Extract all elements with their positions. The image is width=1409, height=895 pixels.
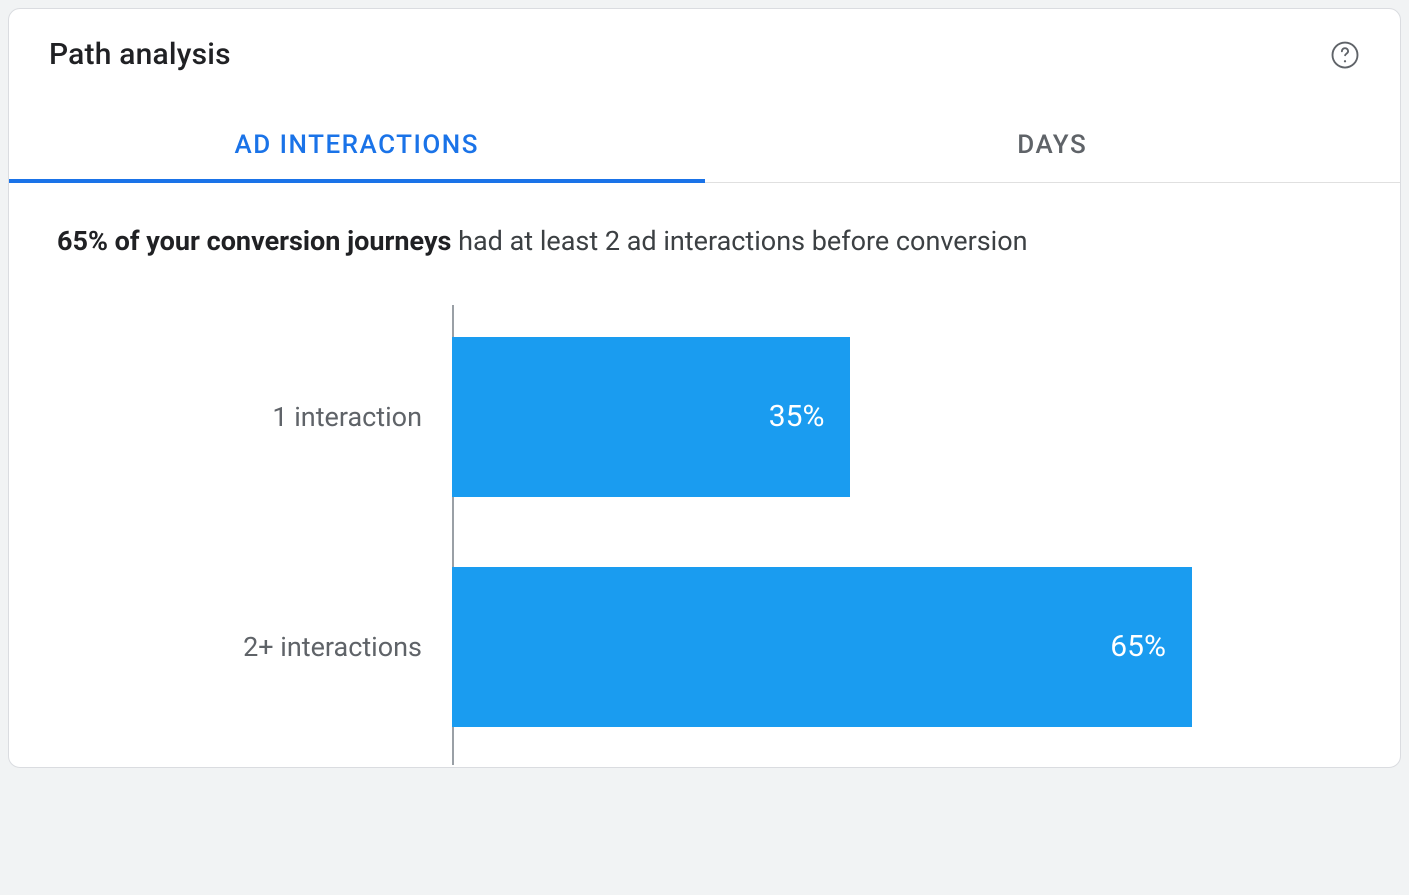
card-header: Path analysis — [49, 37, 1360, 72]
tab-ad-interactions[interactable]: AD INTERACTIONS — [9, 112, 705, 182]
insight-text: 65% of your conversion journeys had at l… — [57, 223, 1360, 261]
chart-bar-row: 1 interaction 35% — [57, 337, 1360, 497]
chart-bar: 65% — [452, 567, 1192, 727]
insight-bold: 65% of your conversion journeys — [57, 225, 451, 257]
chart-bar-value: 35% — [769, 399, 825, 434]
chart-bar-label: 1 interaction — [57, 401, 452, 433]
chart-bar-track: 35% — [452, 337, 1360, 497]
chart-bar-row: 2+ interactions 65% — [57, 567, 1360, 727]
card-title: Path analysis — [49, 37, 231, 72]
insight-rest: had at least 2 ad interactions before co… — [451, 225, 1027, 257]
tabs: AD INTERACTIONS DAYS — [9, 112, 1400, 183]
tab-days[interactable]: DAYS — [705, 112, 1401, 182]
chart-rows: 1 interaction 35% 2+ interactions 65% — [57, 305, 1360, 727]
chart-bar-value: 65% — [1110, 629, 1166, 664]
path-analysis-card: Path analysis AD INTERACTIONS DAYS 65% o… — [8, 8, 1401, 768]
help-icon[interactable] — [1330, 40, 1360, 70]
chart-bar-label: 2+ interactions — [57, 631, 452, 663]
chart-bar: 35% — [452, 337, 850, 497]
chart-ad-interactions: 1 interaction 35% 2+ interactions 65% — [57, 305, 1360, 727]
chart-bar-track: 65% — [452, 567, 1360, 727]
